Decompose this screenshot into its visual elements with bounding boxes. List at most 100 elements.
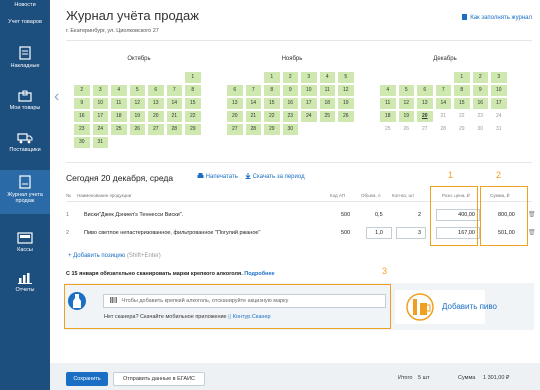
calendar-day[interactable]: 8 xyxy=(264,85,280,96)
calendar-day[interactable]: 15 xyxy=(264,98,280,109)
calendar-day[interactable]: 24 xyxy=(301,111,317,122)
sidebar-item-reports[interactable]: Отчеты xyxy=(0,272,50,302)
calendar-day[interactable]: 17 xyxy=(491,98,507,109)
calendar-day[interactable]: 1 xyxy=(264,72,280,83)
calendar-day[interactable]: 21 xyxy=(436,111,452,122)
calendar-day[interactable]: 11 xyxy=(319,85,335,96)
calendar-day[interactable]: 14 xyxy=(245,98,261,109)
calendar-day[interactable]: 10 xyxy=(491,85,507,96)
calendar-day[interactable]: 24 xyxy=(92,124,108,135)
calendar-day[interactable]: 22 xyxy=(185,111,201,122)
calendar-day[interactable]: 14 xyxy=(435,98,451,109)
calendar-day[interactable]: 13 xyxy=(417,98,433,109)
calendar-day[interactable]: 27 xyxy=(417,124,433,135)
calendar-day[interactable]: 26 xyxy=(399,124,415,135)
calendar-day[interactable]: 27 xyxy=(148,124,164,135)
calendar-day[interactable]: 30 xyxy=(74,137,90,148)
calendar-day[interactable]: 6 xyxy=(227,85,243,96)
calendar-day[interactable]: 18 xyxy=(319,98,335,109)
calendar-day[interactable]: 10 xyxy=(301,85,317,96)
calendar-day[interactable]: 3 xyxy=(301,72,317,83)
calendar-day[interactable]: 23 xyxy=(473,111,489,122)
calendar-day[interactable]: 26 xyxy=(338,111,354,122)
calendar-day[interactable]: 7 xyxy=(166,85,182,96)
sidebar-item-journal[interactable]: Журнал учета продаж xyxy=(0,170,50,214)
chevron-left-icon[interactable]: ‹ xyxy=(54,88,59,106)
calendar-day[interactable]: 28 xyxy=(436,124,452,135)
calendar-day[interactable]: 28 xyxy=(245,124,261,135)
calendar-day[interactable]: 2 xyxy=(282,72,298,83)
calendar-day[interactable]: 11 xyxy=(380,98,396,109)
calendar-day[interactable]: 24 xyxy=(491,111,507,122)
calendar-day[interactable]: 14 xyxy=(166,98,182,109)
kontur-scanner-link[interactable]: Контур.Сканер xyxy=(233,314,271,320)
calendar-day[interactable]: 15 xyxy=(185,98,201,109)
calendar-day[interactable]: 28 xyxy=(166,124,182,135)
calendar-day[interactable]: 10 xyxy=(92,98,108,109)
scan-input[interactable]: Чтобы добавить крепкий алкоголь, отскани… xyxy=(103,294,386,308)
notice-more-link[interactable]: Подробнее xyxy=(244,271,274,277)
calendar-day[interactable]: 9 xyxy=(472,85,488,96)
calendar-day[interactable]: 3 xyxy=(92,85,108,96)
calendar-day[interactable]: 3 xyxy=(491,72,507,83)
calendar-day[interactable]: 25 xyxy=(319,111,335,122)
calendar-day[interactable]: 19 xyxy=(398,111,414,122)
calendar-day[interactable]: 21 xyxy=(245,111,261,122)
calendar-day[interactable]: 4 xyxy=(319,72,335,83)
calendar-day[interactable]: 31 xyxy=(491,124,507,135)
calendar-day[interactable]: 29 xyxy=(264,124,280,135)
calendar-day[interactable]: 18 xyxy=(111,111,127,122)
calendar-day[interactable]: 30 xyxy=(282,124,298,135)
sidebar-item-goods[interactable]: Учет товаров xyxy=(0,15,50,31)
calendar-day[interactable]: 22 xyxy=(264,111,280,122)
calendar-day[interactable]: 19 xyxy=(129,111,145,122)
calendar-day[interactable]: 19 xyxy=(338,98,354,109)
calendar-day[interactable]: 16 xyxy=(74,111,90,122)
calendar-day[interactable]: 2 xyxy=(472,72,488,83)
calendar-day[interactable]: 30 xyxy=(473,124,489,135)
calendar-day[interactable]: 17 xyxy=(92,111,108,122)
sidebar-item-my-goods[interactable]: Мои товары xyxy=(0,90,50,124)
howto-link[interactable]: Как заполнять журнал xyxy=(462,14,532,21)
calendar-day[interactable]: 7 xyxy=(435,85,451,96)
calendar-day[interactable]: 25 xyxy=(111,124,127,135)
calendar-day[interactable]: 21 xyxy=(166,111,182,122)
sidebar-item-invoices[interactable]: Накладные xyxy=(0,46,50,82)
volume-input[interactable]: 1,0 xyxy=(366,227,392,239)
add-position-button[interactable]: + Добавить позицию (Shift+Enter) xyxy=(68,253,161,259)
calendar-day[interactable]: 9 xyxy=(74,98,90,109)
calendar-day[interactable]: 5 xyxy=(398,85,414,96)
calendar-day[interactable]: 25 xyxy=(380,124,396,135)
calendar-day[interactable]: 5 xyxy=(129,85,145,96)
calendar-day[interactable]: 8 xyxy=(185,85,201,96)
calendar-day[interactable]: 16 xyxy=(282,98,298,109)
sidebar-item-news[interactable]: Новости xyxy=(0,0,50,14)
calendar-day[interactable]: 23 xyxy=(282,111,298,122)
calendar-day[interactable]: 12 xyxy=(398,98,414,109)
sidebar-item-suppliers[interactable]: Поставщики xyxy=(0,132,50,166)
calendar-day[interactable]: 20 xyxy=(227,111,243,122)
calendar-day[interactable]: 7 xyxy=(245,85,261,96)
trash-icon[interactable]: 🗑 xyxy=(528,229,536,236)
calendar-day[interactable]: 4 xyxy=(380,85,396,96)
qty-input[interactable]: 3 xyxy=(396,227,426,239)
calendar-day[interactable]: 12 xyxy=(338,85,354,96)
calendar-day[interactable]: 15 xyxy=(454,98,470,109)
calendar-day[interactable]: 20 xyxy=(148,111,164,122)
calendar-day[interactable]: 17 xyxy=(301,98,317,109)
download-button[interactable]: Скачать за период xyxy=(245,173,305,180)
calendar-day[interactable]: 6 xyxy=(417,85,433,96)
calendar-day[interactable]: 9 xyxy=(282,85,298,96)
calendar-day[interactable]: 1 xyxy=(454,72,470,83)
sidebar-item-cash-registers[interactable]: Кассы xyxy=(0,232,50,262)
print-button[interactable]: Напечатать xyxy=(197,173,238,180)
calendar-day[interactable]: 29 xyxy=(185,124,201,135)
calendar-day[interactable]: 11 xyxy=(111,98,127,109)
calendar-day[interactable]: 26 xyxy=(129,124,145,135)
calendar-day[interactable]: 20 xyxy=(417,111,433,122)
calendar-day[interactable]: 23 xyxy=(74,124,90,135)
calendar-day[interactable]: 13 xyxy=(148,98,164,109)
calendar-day[interactable]: 4 xyxy=(111,85,127,96)
calendar-day[interactable]: 1 xyxy=(185,72,201,83)
trash-icon[interactable]: 🗑 xyxy=(528,211,536,218)
